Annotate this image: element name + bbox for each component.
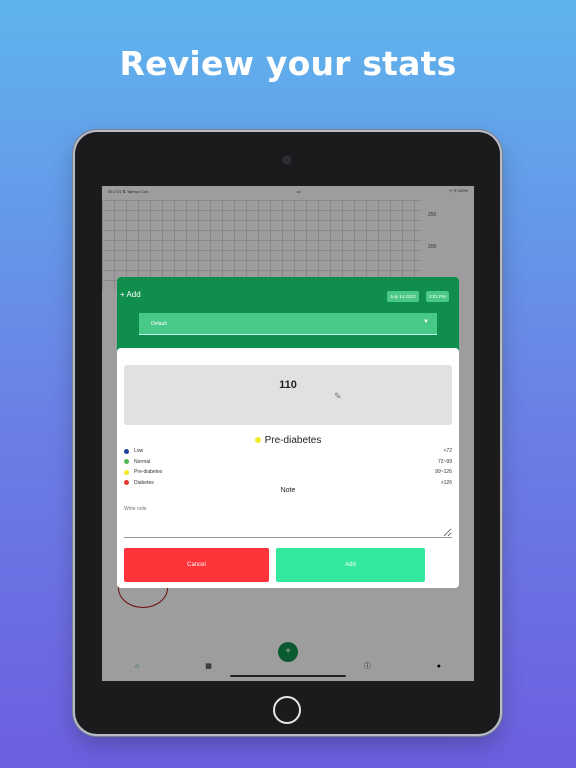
app-screen: 09 2:01 ⇅ Tarrecc Con ••• ᯤ ⚲ 100% 250 2… [102, 186, 474, 681]
add-button[interactable]: Add [276, 548, 425, 582]
range-dot [124, 448, 129, 454]
range-row-normal: Normal 72~99 [124, 457, 452, 468]
cancel-button[interactable]: Cancel [124, 548, 269, 582]
tablet-frame: 09 2:01 ⇅ Tarrecc Con ••• ᯤ ⚲ 100% 250 2… [75, 132, 500, 734]
edit-pencil-icon[interactable]: ✎ [334, 391, 342, 402]
range-dot [124, 480, 129, 486]
entry-dialog: 110 ✎ Pre-diabetes Low <72 Normal 72~99 [117, 348, 459, 588]
camera-icon [283, 156, 291, 164]
range-value: <72 [443, 448, 452, 455]
range-value: 72~99 [437, 458, 452, 465]
range-row-prediabetes: Pre-diabetes 99~126 [124, 467, 452, 478]
date-chip[interactable]: July 14,2023 [387, 291, 419, 302]
range-label: Diabetes [134, 479, 154, 486]
home-button[interactable] [273, 696, 301, 724]
note-input[interactable] [124, 504, 452, 538]
time-chip[interactable]: 2:01 PM [426, 291, 449, 302]
reading-box[interactable]: 110 ✎ [124, 365, 452, 425]
status-label: Pre-diabetes [264, 435, 322, 446]
range-legend: Low <72 Normal 72~99 Pre-diabetes 99~126… [124, 446, 452, 488]
headline: Review your stats [119, 44, 457, 83]
dropdown-value: Default [151, 321, 167, 327]
profile-dropdown[interactable]: Default ▼ [139, 313, 437, 335]
add-title: + Add [120, 290, 141, 299]
reading-value: 110 [279, 379, 297, 391]
status-indicator: Pre-diabetes [117, 435, 459, 446]
add-entry-header: + Add July 14,2023 2:01 PM Default ▼ [117, 277, 459, 357]
range-value: 99~126 [435, 469, 452, 476]
range-label: Pre-diabetes [134, 469, 163, 476]
range-value: >126 [440, 479, 452, 486]
range-dot [124, 459, 129, 465]
chevron-down-icon: ▼ [423, 319, 429, 325]
status-dot [254, 437, 261, 444]
note-title: Note [280, 487, 296, 494]
range-label: Normal [134, 458, 151, 465]
range-dot [124, 469, 129, 475]
range-label: Low [134, 448, 144, 455]
range-row-low: Low <72 [124, 446, 452, 457]
